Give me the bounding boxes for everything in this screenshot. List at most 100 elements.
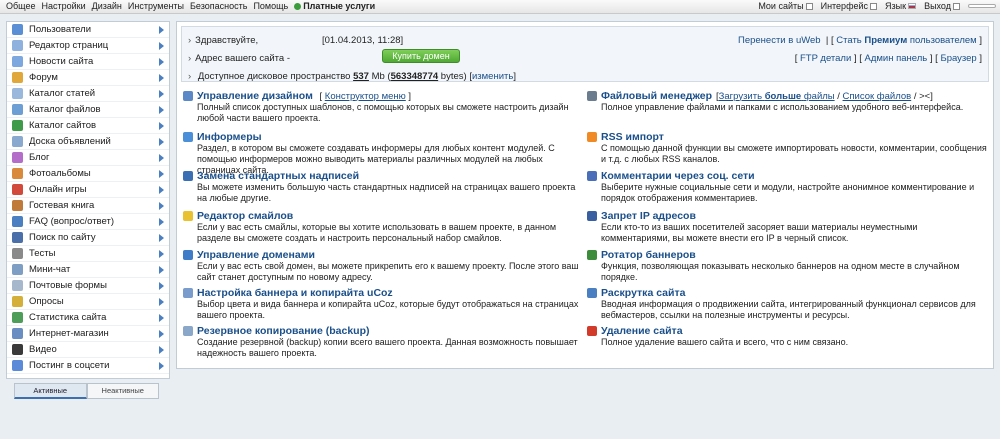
sidebar-item[interactable]: Форум xyxy=(7,70,169,86)
sidebar-item-label: Статистика сайта xyxy=(29,312,107,323)
logout-link[interactable]: Выход xyxy=(924,1,960,11)
module-title-link[interactable]: Редактор смайлов xyxy=(197,210,293,222)
files-icon xyxy=(12,104,23,115)
module-title-link[interactable]: Раскрутка сайта xyxy=(601,287,685,299)
expand-arrow-icon[interactable] xyxy=(159,26,164,34)
sidebar-item[interactable]: FAQ (вопрос/ответ) xyxy=(7,214,169,230)
expand-arrow-icon[interactable] xyxy=(159,42,164,50)
module-title-link[interactable]: Файловый менеджер xyxy=(601,90,712,102)
browser-link[interactable]: Браузер xyxy=(940,53,976,64)
domain-icon xyxy=(183,250,193,260)
tab-active[interactable]: Активные xyxy=(14,383,87,399)
sidebar-item[interactable]: Блог xyxy=(7,150,169,166)
sidebar-item[interactable]: Новости сайта xyxy=(7,54,169,70)
expand-arrow-icon[interactable] xyxy=(159,346,164,354)
module-header: Удаление сайта xyxy=(587,325,987,337)
tab-inactive[interactable]: Неактивные xyxy=(86,383,159,399)
menu-paid-services[interactable]: Платные услуги xyxy=(294,1,375,11)
sidebar-item-label: Почтовые формы xyxy=(29,280,107,291)
module-description: Выбор цвета и вида баннера и копирайта u… xyxy=(197,299,579,320)
upload-more-label: больше xyxy=(764,90,802,102)
slider-icon[interactable] xyxy=(968,4,996,8)
module-title-link[interactable]: Ротатор баннеров xyxy=(601,249,696,261)
expand-arrow-icon[interactable] xyxy=(159,362,164,370)
interface-link[interactable]: Интерфейс xyxy=(820,1,878,11)
sidebar-item[interactable]: Опросы xyxy=(7,294,169,310)
module-title-link[interactable]: Настройка баннера и копирайта uCoz xyxy=(197,287,393,299)
sidebar-item[interactable]: Каталог файлов xyxy=(7,102,169,118)
sidebar-item[interactable]: Видео xyxy=(7,342,169,358)
interface-label: Интерфейс xyxy=(820,1,869,11)
expand-arrow-icon[interactable] xyxy=(159,218,164,226)
expand-arrow-icon[interactable] xyxy=(159,298,164,306)
expand-arrow-icon[interactable] xyxy=(159,266,164,274)
buy-domain-button[interactable]: Купить домен xyxy=(382,49,460,63)
expand-arrow-icon[interactable] xyxy=(159,202,164,210)
expand-arrow-icon[interactable] xyxy=(159,74,164,82)
premium-prefix: Стать xyxy=(836,35,862,46)
sidebar-item[interactable]: Пользователи xyxy=(7,22,169,38)
module-header: Комментарии через соц. сети xyxy=(587,170,987,182)
module-title-link[interactable]: RSS импорт xyxy=(601,131,664,143)
file-list-link[interactable]: Список файлов xyxy=(843,91,912,102)
expand-arrow-icon[interactable] xyxy=(159,106,164,114)
menu-help[interactable]: Помощь xyxy=(253,1,288,11)
menu-security[interactable]: Безопасность xyxy=(190,1,247,11)
sidebar-item[interactable]: Доска объявлений xyxy=(7,134,169,150)
sidebar-item[interactable]: Мини-чат xyxy=(7,262,169,278)
logout-label: Выход xyxy=(924,1,951,11)
module-title-link[interactable]: Информеры xyxy=(197,131,262,143)
admin-panel-link[interactable]: Админ панель xyxy=(865,53,928,64)
menu-general[interactable]: Общее xyxy=(6,1,35,11)
expand-arrow-icon[interactable] xyxy=(159,186,164,194)
sidebar-item[interactable]: Статистика сайта xyxy=(7,310,169,326)
expand-arrow-icon[interactable] xyxy=(159,330,164,338)
language-label: Язык xyxy=(885,1,907,11)
module-title-link[interactable]: Удаление сайта xyxy=(601,325,683,337)
paid-services-icon xyxy=(294,2,302,10)
expand-arrow-icon[interactable] xyxy=(159,138,164,146)
module-header: Файловый менеджер [Загрузить больше файлы… xyxy=(587,90,987,102)
become-premium-link[interactable]: Стать Премиум пользователем xyxy=(836,35,976,46)
sidebar-item[interactable]: Фотоальбомы xyxy=(7,166,169,182)
expand-arrow-icon[interactable] xyxy=(159,170,164,178)
move-to-uweb-link[interactable]: Перенести в uWeb xyxy=(738,35,821,46)
sidebar-item[interactable]: Онлайн игры xyxy=(7,182,169,198)
ftp-details-link[interactable]: FTP детали xyxy=(800,53,851,64)
sidebar-item[interactable]: Почтовые формы xyxy=(7,278,169,294)
expand-arrow-icon[interactable] xyxy=(159,58,164,66)
menu-tools[interactable]: Инструменты xyxy=(128,1,184,11)
sidebar-item[interactable]: Постинг в соцсети xyxy=(7,358,169,374)
sidebar-item[interactable]: Каталог сайтов xyxy=(7,118,169,134)
language-link[interactable]: Язык xyxy=(885,1,917,11)
backup-icon xyxy=(183,326,193,336)
sidebar-item[interactable]: Тесты xyxy=(7,246,169,262)
module-title-link[interactable]: Резервное копирование (backup) xyxy=(197,325,370,337)
module-title-link[interactable]: Управление дизайном xyxy=(197,90,313,102)
sidebar-item[interactable]: Редактор страниц xyxy=(7,38,169,54)
menu-design[interactable]: Дизайн xyxy=(92,1,122,11)
expand-arrow-icon[interactable] xyxy=(159,250,164,258)
module-description: Выберите нужные социальные сети и модули… xyxy=(601,182,975,203)
expand-arrow-icon[interactable] xyxy=(159,154,164,162)
expand-arrow-icon[interactable] xyxy=(159,90,164,98)
menu-constructor-link[interactable]: Конструктор меню xyxy=(325,91,406,102)
expand-arrow-icon[interactable] xyxy=(159,122,164,130)
change-disk-link[interactable]: изменить xyxy=(472,71,513,82)
expand-arrow-icon[interactable] xyxy=(159,314,164,322)
sidebar-item[interactable]: Интернет-магазин xyxy=(7,326,169,342)
module-description: Создание резервной (backup) копии всего … xyxy=(197,337,578,358)
module-title-link[interactable]: Управление доменами xyxy=(197,249,315,261)
expand-arrow-icon[interactable] xyxy=(159,282,164,290)
upload-files-link[interactable]: Загрузить больше файлы xyxy=(719,91,835,102)
sidebar-item-label: Каталог сайтов xyxy=(29,120,97,131)
menu-settings[interactable]: Настройки xyxy=(41,1,85,11)
module-title-link[interactable]: Запрет IP адресов xyxy=(601,210,696,222)
module-title-link[interactable]: Замена стандартных надписей xyxy=(197,170,359,182)
sidebar-item[interactable]: Каталог статей xyxy=(7,86,169,102)
module-title-link[interactable]: Комментарии через соц. сети xyxy=(601,170,755,182)
expand-arrow-icon[interactable] xyxy=(159,234,164,242)
sidebar-item[interactable]: Гостевая книга xyxy=(7,198,169,214)
sidebar-item[interactable]: Поиск по сайту xyxy=(7,230,169,246)
my-sites-link[interactable]: Мои сайты xyxy=(758,1,813,11)
